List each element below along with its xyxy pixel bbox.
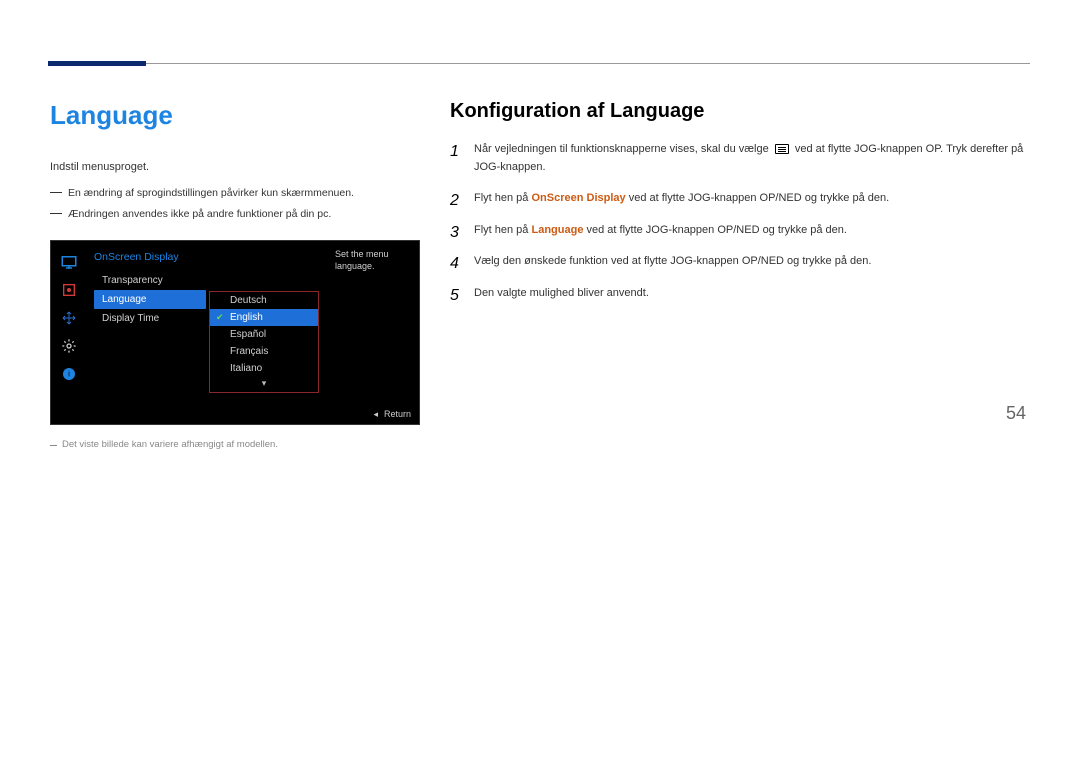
osd-menu-language[interactable]: Language [94,290,206,309]
step-3: Flyt hen på Language ved at flytte JOG-k… [450,222,1030,240]
section-heading: Language [50,100,420,131]
step-1: Når vejledningen til funktionsknapperne … [450,141,1030,176]
osd-language-submenu: Deutsch English Español Français Italian… [209,291,319,393]
svg-text:i: i [68,370,70,379]
step-2: Flyt hen på OnScreen Display ved at flyt… [450,190,1030,208]
content-columns: Language Indstil menusproget. En ændring… [50,0,1030,450]
step-3-post: ved at flytte JOG-knappen OP/NED og tryk… [583,224,847,236]
osd-lang-deutsch[interactable]: Deutsch [210,292,318,309]
step-5-pre: Den valgte mulighed bliver anvendt. [474,287,649,299]
step-1-pre: Når vejledningen til funktionsknapperne … [474,143,772,155]
move-icon [60,309,78,327]
step-5: Den valgte mulighed bliver anvendt. [450,285,1030,303]
page-number: 54 [1006,403,1026,424]
image-disclaimer: Det viste billede kan variere afhængigt … [50,439,420,450]
osd-menu-displaytime[interactable]: Display Time [94,309,206,328]
right-column: Konfiguration af Language Når vejledning… [450,100,1030,450]
note-1: En ændring af sprogindstillingen påvirke… [50,185,420,203]
intro-text: Indstil menusproget. [50,159,420,177]
osd-lang-espanol[interactable]: Español [210,326,318,343]
left-column: Language Indstil menusproget. En ændring… [50,100,420,450]
osd-lang-english[interactable]: English [210,309,318,326]
step-4: Vælg den ønskede funktion ved at flytte … [450,253,1030,271]
config-heading: Konfiguration af Language [450,100,1030,123]
steps-list: Når vejledningen til funktionsknapperne … [450,141,1030,303]
monitor-icon [60,253,78,271]
picture-icon [60,281,78,299]
info-icon: i [60,365,78,383]
step-2-kw: OnScreen Display [531,192,625,204]
header-divider [146,63,1030,64]
osd-title: OnScreen Display [94,251,179,263]
osd-lang-francais[interactable]: Français [210,343,318,360]
step-2-post: ved at flytte JOG-knappen OP/NED og tryk… [626,192,890,204]
gear-icon [60,337,78,355]
osd-return-button[interactable]: Return [373,409,411,420]
accent-bar [48,61,146,66]
step-2-pre: Flyt hen på [474,192,531,204]
step-4-pre: Vælg den ønskede funktion ved at flytte … [474,255,871,267]
osd-scroll-down-icon[interactable]: ▾ [210,377,318,392]
step-3-kw: Language [531,224,583,236]
note-2: Ændringen anvendes ikke på andre funktio… [50,206,420,224]
menu-icon [775,144,789,154]
osd-menu-transparency[interactable]: Transparency [94,271,206,290]
osd-help-text: Set the menu language. [335,249,413,272]
osd-lang-italiano[interactable]: Italiano [210,360,318,377]
osd-screenshot: i OnScreen Display Transparency Language… [50,240,420,425]
osd-icon-column: i [51,241,87,424]
step-3-pre: Flyt hen på [474,224,531,236]
osd-main-menu: Transparency Language Display Time [94,271,206,328]
manual-page: Language Indstil menusproget. En ændring… [0,0,1080,450]
